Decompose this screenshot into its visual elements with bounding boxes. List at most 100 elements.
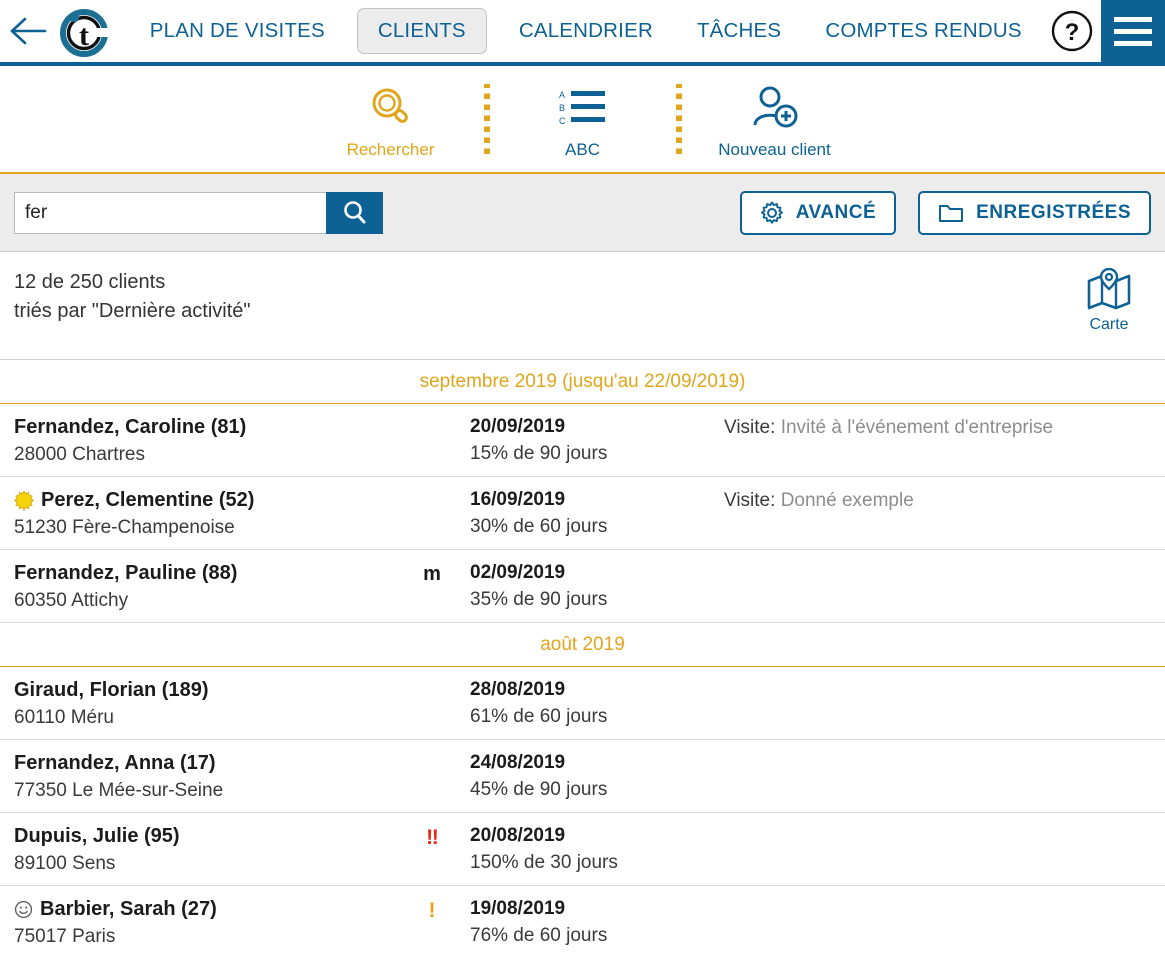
result-count: 12 de 250 clients	[14, 271, 166, 293]
client-row[interactable]: Dupuis, Julie (95) 89100 Sens ‼ 20/08/2019 1…	[0, 813, 1165, 886]
hamburger-menu-icon	[1113, 40, 1152, 46]
client-visit-cell: Visite: Invité à l'événement d'entrepris…	[724, 414, 1151, 439]
client-visit-cell: Visite: Donné exemple	[724, 487, 1151, 512]
last-activity-date: 24/08/2019	[470, 752, 566, 773]
nav-item-taches[interactable]: TÂCHES	[675, 19, 803, 43]
client-activity-cell: 19/08/2019 76% de 60 jours	[470, 896, 724, 950]
last-activity-date: 20/09/2019	[470, 416, 566, 437]
saved-searches-button[interactable]: ENREGISTRÉES	[918, 190, 1151, 235]
client-activity-cell: 24/08/2019 45% de 90 jours	[470, 750, 724, 804]
client-activity-cell: 20/09/2019 15% de 90 jours	[470, 414, 724, 468]
double-warning-icon: ‼	[426, 826, 439, 849]
activity-percent: 15% de 90 jours	[470, 442, 608, 464]
nav-item-clients[interactable]: CLIENTS	[356, 8, 487, 54]
client-row[interactable]: Giraud, Florian (189) 60110 Méru 28/08/201…	[0, 667, 1165, 740]
client-address: 77350 Le Mée-sur-Seine	[14, 780, 224, 801]
client-identity-cell: Fernandez, Caroline (81) 28000 Chartres	[14, 414, 394, 470]
client-address: 60350 Attichy	[14, 590, 129, 611]
back-arrow-icon	[11, 17, 47, 45]
sun-badge-icon	[14, 490, 34, 510]
smiley-badge-icon	[14, 900, 33, 919]
client-address: 89100 Sens	[14, 853, 116, 874]
client-visit-cell	[724, 823, 1151, 826]
activity-percent: 76% de 60 jours	[470, 924, 608, 946]
nav-item-calendrier[interactable]: CALENDRIER	[497, 19, 675, 43]
client-identity-cell: Perez, Clementine (52) 51230 Fère-Champen…	[14, 487, 394, 543]
activity-percent: 35% de 90 jours	[470, 588, 608, 610]
question-mark-icon: ?	[1051, 10, 1093, 52]
svg-text:?: ?	[1065, 19, 1080, 46]
client-row[interactable]: Fernandez, Caroline (81) 28000 Chartres 20…	[0, 404, 1165, 477]
client-visit-cell	[724, 677, 1151, 680]
client-name-text: Fernandez, Anna (17)	[14, 752, 216, 774]
mail-marker: m	[423, 563, 441, 585]
magnifier-icon	[372, 88, 408, 123]
search-bar: AVANCÉ ENREGISTRÉES	[0, 174, 1165, 252]
nav-item-comptes-rendus[interactable]: COMPTES RENDUS	[803, 19, 1043, 43]
client-address: 51230 Fère-Champenoise	[14, 517, 235, 538]
client-flag-cell: !	[394, 896, 470, 923]
client-identity-cell: Fernandez, Anna (17) 77350 Le Mée-sur-Sei…	[14, 750, 394, 806]
client-visit-cell	[724, 560, 1151, 563]
saved-searches-label: ENREGISTRÉES	[976, 201, 1131, 223]
client-name: Barbier, Sarah (27)	[14, 896, 394, 923]
abc-list-icon: A B C	[559, 90, 605, 126]
svg-text:A: A	[559, 90, 565, 100]
app-logo-t-icon: t	[60, 9, 110, 57]
result-summary: 12 de 250 clients triés par "Dernière ac…	[0, 252, 1165, 360]
toolbar-label-nouveau-client: Nouveau client	[718, 140, 831, 159]
toolbar-item-rechercher[interactable]: Rechercher	[298, 78, 484, 160]
client-identity-cell: Dupuis, Julie (95) 89100 Sens	[14, 823, 394, 879]
client-name: Fernandez, Anna (17)	[14, 750, 394, 777]
svg-text:B: B	[559, 103, 565, 113]
action-toolbar: Rechercher A B C ABC Nouveau client	[0, 66, 1165, 174]
advanced-search-button[interactable]: AVANCÉ	[739, 190, 897, 235]
toolbar-label-abc: ABC	[565, 140, 600, 159]
client-activity-cell: 16/09/2019 30% de 60 jours	[470, 487, 724, 541]
map-icon	[1087, 268, 1131, 310]
help-button[interactable]: ?	[1044, 0, 1101, 64]
client-visit-cell	[724, 750, 1151, 753]
activity-percent: 30% de 60 jours	[470, 515, 608, 537]
client-name-text: Fernandez, Pauline (88)	[14, 562, 238, 584]
toolbar-item-abc[interactable]: A B C ABC	[490, 78, 676, 160]
client-list: septembre 2019 (jusqu'au 22/09/2019) Fern…	[0, 360, 1165, 958]
last-activity-date: 02/09/2019	[470, 562, 566, 583]
map-view-button[interactable]: Carte	[1085, 268, 1151, 334]
advanced-search-label: AVANCÉ	[795, 201, 877, 223]
client-name: Perez, Clementine (52)	[14, 487, 394, 514]
client-name-text: Fernandez, Caroline (81)	[14, 416, 247, 438]
search-submit-button[interactable]	[326, 191, 383, 234]
last-activity-date: 20/08/2019	[470, 825, 566, 846]
client-row[interactable]: Barbier, Sarah (27) 75017 Paris! 19/08/201…	[0, 886, 1165, 958]
client-row[interactable]: Fernandez, Pauline (88) 60350 Attichy m 02/…	[0, 550, 1165, 623]
gear-icon	[760, 201, 783, 224]
client-flag-cell	[394, 677, 470, 680]
client-row[interactable]: Perez, Clementine (52) 51230 Fère-Champen…	[0, 477, 1165, 550]
search-icon	[343, 200, 365, 223]
client-identity-cell: Giraud, Florian (189) 60110 Méru	[14, 677, 394, 733]
app-logo[interactable]: t	[57, 2, 112, 60]
svg-text:t: t	[79, 19, 89, 52]
client-row[interactable]: Fernandez, Anna (17) 77350 Le Mée-sur-Sei…	[0, 740, 1165, 813]
toolbar-item-nouveau-client[interactable]: Nouveau client	[682, 78, 868, 160]
hamburger-menu-button[interactable]	[1100, 0, 1165, 64]
hamburger-menu-icon	[1113, 16, 1152, 22]
nav-item-plan-de-visites[interactable]: PLAN DE VISITES	[128, 19, 347, 43]
client-identity-cell: Fernandez, Pauline (88) 60350 Attichy	[14, 560, 394, 616]
client-name-text: Giraud, Florian (189)	[14, 679, 209, 701]
activity-percent: 61% de 60 jours	[470, 705, 608, 727]
client-flag-cell	[394, 487, 470, 490]
summary-text-block: 12 de 250 clients triés par "Dernière ac…	[14, 268, 251, 326]
search-input[interactable]	[14, 191, 326, 234]
client-name-text: Barbier, Sarah (27)	[40, 898, 217, 920]
toolbar-label-rechercher: Rechercher	[346, 140, 435, 159]
back-button[interactable]	[0, 0, 57, 64]
svg-text:C: C	[559, 116, 566, 126]
client-name: Fernandez, Caroline (81)	[14, 414, 394, 441]
result-sort-order: triés par "Dernière activité"	[14, 300, 251, 322]
client-visit-cell	[724, 896, 1151, 899]
client-flag-cell	[394, 414, 470, 417]
visit-label: Visite: Invité à l'événement d'entrepris…	[724, 417, 1054, 438]
last-activity-date: 16/09/2019	[470, 489, 566, 510]
